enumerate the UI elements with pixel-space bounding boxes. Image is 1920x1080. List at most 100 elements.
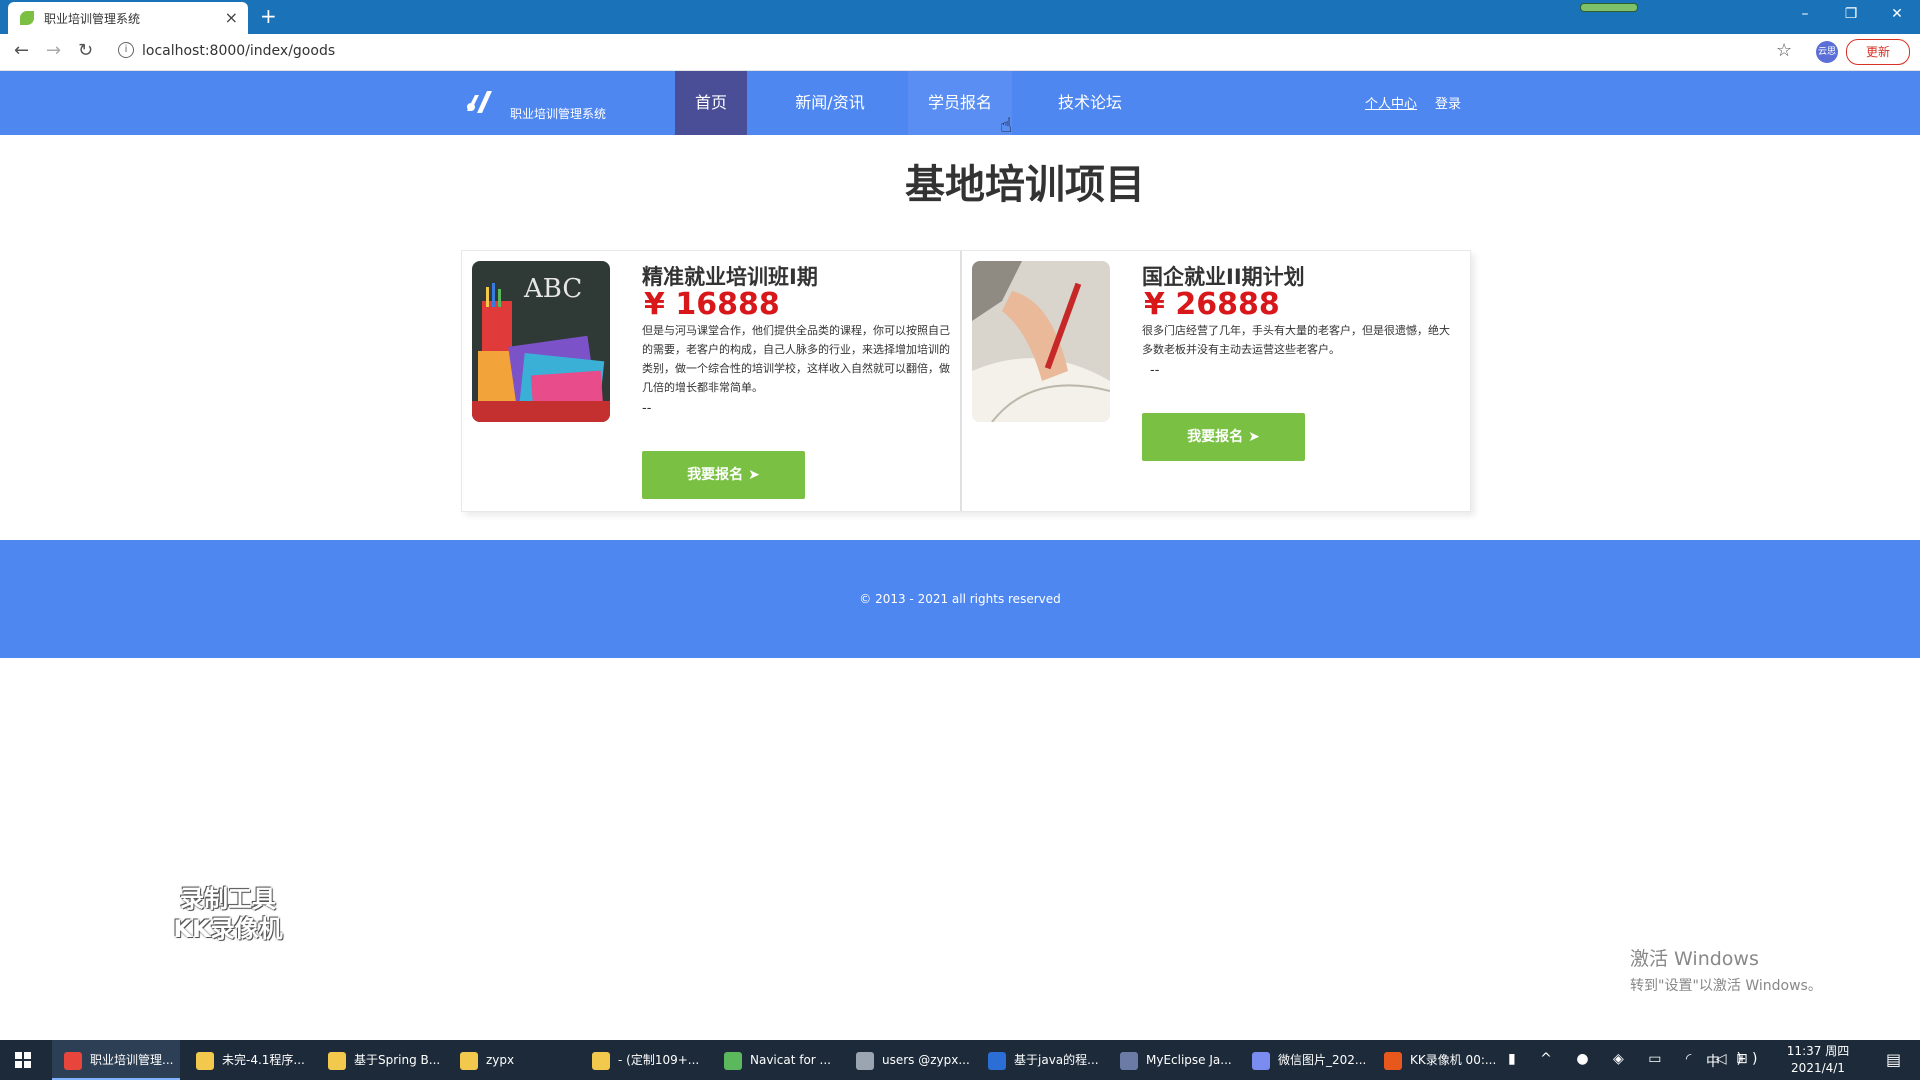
app-icon <box>460 1051 478 1070</box>
minimize-button[interactable]: – <box>1782 0 1828 30</box>
taskbar-item-label: 基于java的程... <box>1014 1053 1099 1067</box>
new-tab-button[interactable]: + <box>260 4 277 28</box>
start-button[interactable] <box>0 1040 46 1080</box>
course-dash: -- <box>1150 363 1160 378</box>
nav-forum[interactable]: 技术论坛 <box>1040 71 1140 135</box>
app-icon <box>592 1051 610 1070</box>
address-bar: ← → ↻ i localhost:8000/index/goods ☆ 云思 … <box>0 34 1920 71</box>
taskbar-item[interactable]: 基于java的程... <box>976 1040 1104 1080</box>
course-card: ABC 精准就业培训班I期 ¥ 16888 但是与河马课堂合作，他们提供全品类的… <box>462 251 960 511</box>
battery-indicator <box>1580 3 1638 12</box>
taskbar-item[interactable]: 微信图片_202... <box>1240 1040 1368 1080</box>
windows-taskbar: 职业培训管理... 未完-4.1程序... 基于Spring B... zypx - (… <box>0 1040 1920 1080</box>
profile-avatar[interactable]: 云思 <box>1816 41 1838 63</box>
nav-forum-label: 技术论坛 <box>1057 93 1122 112</box>
browser-tab[interactable]: 职业培训管理系统 × <box>8 2 248 34</box>
course-price: ¥ 16888 <box>644 287 780 322</box>
taskbar-item-label: 职业培训管理... <box>90 1053 174 1067</box>
course-card: 国企就业II期计划 ¥ 26888 很多门店经营了几年，手头有大量的老客户，但是… <box>960 251 1470 511</box>
close-window-button[interactable]: ✕ <box>1874 0 1920 30</box>
app-icon <box>724 1051 742 1070</box>
bookmark-star-icon[interactable]: ☆ <box>1776 40 1792 61</box>
url-field[interactable]: localhost:8000/index/goods <box>142 43 335 59</box>
watermark-line-2: KK录像机 <box>173 915 283 943</box>
svg-text:ABC: ABC <box>523 274 582 304</box>
nav-home-label: 首页 <box>694 93 727 112</box>
course-price: ¥ 26888 <box>1144 287 1280 322</box>
taskbar-item-label: users @zypx... <box>882 1053 970 1067</box>
taskbar-item-label: 基于Spring B... <box>354 1053 441 1067</box>
update-button[interactable]: 更新 <box>1846 39 1910 65</box>
app-icon <box>1252 1051 1270 1070</box>
nav-home[interactable]: 首页 <box>675 71 747 135</box>
paper-plane-icon: ➤ <box>1248 429 1260 445</box>
system-tray-icons[interactable]: ▮ ^ ● ◈ ▭ ◜ ◁)) <box>1508 1051 1767 1067</box>
activate-title: 激活 Windows <box>1630 948 1759 970</box>
app-icon <box>1384 1051 1402 1070</box>
forward-arrow-icon[interactable]: → <box>46 40 61 61</box>
logo-icon[interactable] <box>465 89 493 115</box>
enroll-button[interactable]: 我要报名 ➤ <box>1142 413 1305 461</box>
site-footer: © 2013 - 2021 all rights reserved <box>0 540 1920 658</box>
course-image-stationery[interactable]: ABC <box>472 261 610 422</box>
taskbar-item-label: MyEclipse Ja... <box>1146 1053 1232 1067</box>
taskbar-item-label: 微信图片_202... <box>1278 1053 1367 1067</box>
taskbar-item[interactable]: 基于Spring B... <box>316 1040 444 1080</box>
course-description: 很多门店经营了几年，手头有大量的老客户，但是很遗憾，绝大多数老板并没有主动去运营… <box>1142 324 1450 356</box>
course-dash: -- <box>642 401 652 416</box>
taskbar-item[interactable]: Navicat for ... <box>712 1040 840 1080</box>
taskbar-item-label: zypx <box>486 1053 515 1067</box>
enroll-button-label: 我要报名 <box>1187 429 1244 445</box>
nav-enroll[interactable]: 学员报名 <box>908 71 1012 135</box>
app-icon <box>1120 1051 1138 1070</box>
windows-activation-notice: 激活 Windows 转到"设置"以激活 Windows。 <box>1630 944 1822 995</box>
paper-plane-icon: ➤ <box>748 467 760 483</box>
copyright-text: © 2013 - 2021 all rights reserved <box>859 592 1061 606</box>
course-description: 但是与河马课堂合作，他们提供全品类的课程，你可以按照自己的需要，老客户的构成，自… <box>642 324 950 394</box>
app-icon <box>856 1051 874 1070</box>
taskbar-item[interactable]: MyEclipse Ja... <box>1108 1040 1236 1080</box>
browser-tab-bar: 职业培训管理系统 × + – ❐ ✕ <box>0 0 1920 34</box>
app-icon <box>196 1051 214 1070</box>
info-icon[interactable]: i <box>118 42 134 58</box>
enroll-button[interactable]: 我要报名 ➤ <box>642 451 805 499</box>
taskbar-item[interactable]: 未完-4.1程序... <box>184 1040 312 1080</box>
taskbar-item-label: Navicat for ... <box>750 1053 831 1067</box>
logo-text[interactable]: 职业培训管理系统 <box>510 105 606 122</box>
window-controls: – ❐ ✕ <box>1782 0 1920 30</box>
taskbar-item-label: 未完-4.1程序... <box>222 1053 305 1067</box>
windows-logo-icon <box>15 1052 31 1068</box>
keyboard-icon[interactable]: ⊞ <box>1736 1051 1748 1067</box>
app-icon <box>988 1051 1006 1070</box>
nav-news[interactable]: 新闻/资讯 <box>780 71 880 135</box>
taskbar-item-label: - (定制109+... <box>618 1053 700 1067</box>
restore-button[interactable]: ❐ <box>1828 0 1874 30</box>
clock-date: 2021/4/1 <box>1791 1061 1845 1075</box>
notification-icon[interactable]: ▤ <box>1886 1050 1901 1069</box>
ime-indicator[interactable]: 中 <box>1706 1051 1720 1071</box>
taskbar-item[interactable]: 职业培训管理... <box>52 1040 180 1080</box>
hand-cursor-icon: ☝ <box>1000 113 1013 137</box>
site-header: 职业培训管理系统 首页 新闻/资讯 学员报名 技术论坛 个人中心 登录 <box>0 71 1920 135</box>
clock-time: 11:37 周四 <box>1786 1044 1850 1058</box>
reload-icon[interactable]: ↻ <box>78 40 93 61</box>
login-link[interactable]: 登录 <box>1435 93 1461 112</box>
taskbar-item-label: KK录像机 00:... <box>1410 1053 1497 1067</box>
watermark-line-1: 录制工具 <box>180 885 276 913</box>
taskbar-item[interactable]: - (定制109+... <box>580 1040 708 1080</box>
page-title: 基地培训项目 <box>905 162 1145 208</box>
back-arrow-icon[interactable]: ← <box>14 40 29 61</box>
taskbar-item[interactable]: KK录像机 00:... <box>1372 1040 1500 1080</box>
taskbar-item[interactable]: users @zypx... <box>844 1040 972 1080</box>
taskbar-item[interactable]: zypx <box>448 1040 576 1080</box>
course-image-reading[interactable] <box>972 261 1110 422</box>
tab-title: 职业培训管理系统 <box>44 12 141 26</box>
clock[interactable]: 11:37 周四 2021/4/1 <box>1778 1043 1858 1077</box>
leaf-favicon-icon <box>20 11 34 25</box>
nav-news-label: 新闻/资讯 <box>795 93 865 112</box>
tab-close-icon[interactable]: × <box>225 8 238 27</box>
personal-center-link[interactable]: 个人中心 <box>1365 93 1417 112</box>
activate-subtitle: 转到"设置"以激活 Windows。 <box>1630 978 1822 994</box>
recorder-watermark: 录制工具 KK录像机 <box>160 884 296 944</box>
nav-enroll-label: 学员报名 <box>927 93 992 112</box>
